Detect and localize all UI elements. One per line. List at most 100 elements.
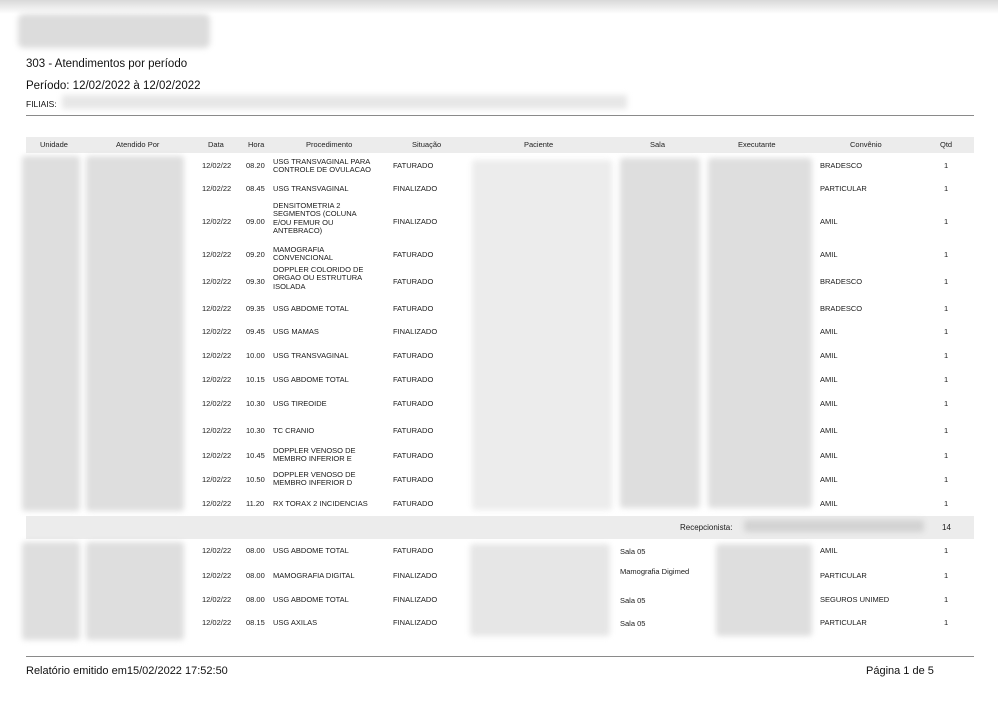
row-hora: 09.00: [246, 217, 265, 226]
row-data: 12/02/22: [202, 571, 232, 580]
row-situacao: FATURADO: [393, 499, 434, 508]
row-convenio: BRADESCO: [820, 277, 863, 286]
subtotal-label: Recepcionista:: [680, 523, 733, 532]
row-procedimento: DOPPLER VENOSO DE MEMBRO INFERIOR D: [273, 470, 356, 488]
row-hora: 10.50: [246, 475, 265, 484]
row-data: 12/02/22: [202, 277, 232, 286]
top-shade: [0, 0, 998, 14]
row-qtd: 1: [944, 595, 949, 604]
row-data: 12/02/22: [202, 161, 232, 170]
row-data: 12/02/22: [202, 499, 232, 508]
row-convenio: AMIL: [820, 375, 838, 384]
row-qtd: 1: [944, 304, 949, 313]
row-procedimento: TC CRANIO: [273, 426, 315, 435]
row-convenio: BRADESCO: [820, 304, 863, 313]
row-convenio: PARTICULAR: [820, 571, 867, 580]
row-procedimento: USG TIREOIDE: [273, 399, 327, 408]
col-convenio: Convênio: [850, 140, 882, 149]
row-hora: 09.20: [246, 250, 265, 259]
row-hora: 09.45: [246, 327, 265, 336]
redacted-logo: [18, 14, 210, 48]
row-hora: 11.20: [246, 499, 265, 508]
row-data: 12/02/22: [202, 451, 232, 460]
row-situacao: FATURADO: [393, 399, 434, 408]
row-situacao: FINALIZADO: [393, 595, 438, 604]
row-convenio: AMIL: [820, 327, 838, 336]
footer-divider: [26, 656, 974, 657]
row-data: 12/02/22: [202, 399, 232, 408]
row-procedimento: MAMOGRAFIA CONVENCIONAL: [273, 245, 334, 263]
row-qtd: 1: [944, 351, 949, 360]
row-procedimento: USG ABDOME TOTAL: [273, 304, 349, 313]
row-convenio: PARTICULAR: [820, 618, 867, 627]
row-procedimento: RX TORAX 2 INCIDENCIAS: [273, 499, 368, 508]
row-situacao: FINALIZADO: [393, 327, 438, 336]
row-procedimento: MAMOGRAFIA DIGITAL: [273, 571, 355, 580]
row-qtd: 1: [944, 250, 949, 259]
row-hora: 10.30: [246, 399, 265, 408]
row-qtd: 1: [944, 618, 949, 627]
row-sala: Mamografia Digimed: [620, 567, 690, 576]
row-convenio: AMIL: [820, 475, 838, 484]
footer-page: Página 1 de 5: [866, 665, 934, 677]
subtotal-qtd: 14: [942, 523, 951, 532]
footer-emitted: Relatório emitido em15/02/2022 17:52:50: [26, 665, 228, 677]
row-qtd: 1: [944, 184, 949, 193]
row-situacao: FATURADO: [393, 426, 434, 435]
redacted-executante-2: [716, 544, 812, 636]
row-hora: 08.20: [246, 161, 265, 170]
row-situacao: FATURADO: [393, 304, 434, 313]
row-situacao: FATURADO: [393, 451, 434, 460]
row-hora: 08.00: [246, 546, 265, 555]
row-qtd: 1: [944, 571, 949, 580]
row-qtd: 1: [944, 277, 949, 286]
col-procedimento: Procedimento: [306, 140, 353, 149]
row-hora: 09.35: [246, 304, 265, 313]
row-situacao: FINALIZADO: [393, 184, 438, 193]
redacted-filiais: [62, 95, 627, 109]
row-qtd: 1: [944, 426, 949, 435]
row-situacao: FATURADO: [393, 546, 434, 555]
row-qtd: 1: [944, 327, 949, 336]
row-convenio: PARTICULAR: [820, 184, 867, 193]
redacted-sala: [620, 158, 700, 508]
row-sala: Sala 05: [620, 619, 646, 628]
row-qtd: 1: [944, 475, 949, 484]
row-hora: 08.15: [246, 618, 265, 627]
col-data: Data: [208, 140, 224, 149]
col-paciente: Paciente: [524, 140, 554, 149]
row-data: 12/02/22: [202, 546, 232, 555]
row-procedimento: USG AXILAS: [273, 618, 318, 627]
row-qtd: 1: [944, 217, 949, 226]
row-data: 12/02/22: [202, 217, 232, 226]
redacted-unidade-2: [22, 542, 80, 640]
row-procedimento: USG ABDOME TOTAL: [273, 375, 349, 384]
row-situacao: FATURADO: [393, 475, 434, 484]
row-data: 12/02/22: [202, 375, 232, 384]
row-situacao: FATURADO: [393, 277, 434, 286]
row-situacao: FINALIZADO: [393, 571, 438, 580]
row-procedimento: USG TRANSVAGINAL: [273, 184, 349, 193]
row-situacao: FATURADO: [393, 161, 434, 170]
row-data: 12/02/22: [202, 426, 232, 435]
row-convenio: AMIL: [820, 499, 838, 508]
redacted-atendido-por-2: [86, 542, 184, 640]
row-data: 12/02/22: [202, 327, 232, 336]
row-qtd: 1: [944, 399, 949, 408]
row-data: 12/02/22: [202, 595, 232, 604]
row-procedimento: USG MAMAS: [273, 327, 319, 336]
row-procedimento: DOPPLER COLORIDO DE ORGAO OU ESTRUTURA I…: [273, 265, 364, 291]
row-qtd: 1: [944, 451, 949, 460]
row-data: 12/02/22: [202, 304, 232, 313]
row-hora: 08.00: [246, 571, 265, 580]
row-convenio: SEGUROS UNIMED: [820, 595, 890, 604]
row-procedimento: DENSITOMETRIA 2 SEGMENTOS (COLUNA E/OU F…: [273, 201, 357, 235]
filiais-label: FILIAIS:: [26, 99, 57, 109]
row-data: 12/02/22: [202, 351, 232, 360]
row-qtd: 1: [944, 161, 949, 170]
redacted-paciente: [472, 160, 612, 510]
row-procedimento: USG ABDOME TOTAL: [273, 546, 349, 555]
redacted-paciente-2: [470, 544, 610, 636]
row-hora: 10.15: [246, 375, 265, 384]
row-situacao: FINALIZADO: [393, 217, 438, 226]
